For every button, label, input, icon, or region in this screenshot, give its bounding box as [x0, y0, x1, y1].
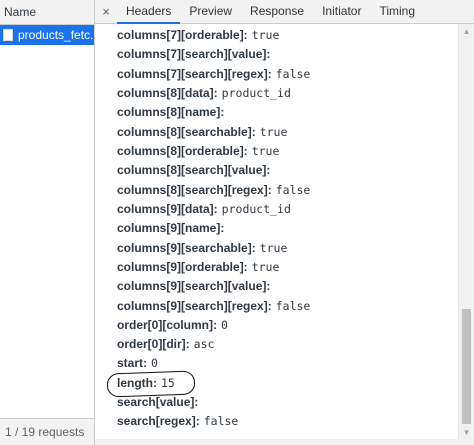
param-key: columns[9][orderable]: — [117, 260, 248, 274]
request-item-label: products_fetc... — [18, 28, 94, 42]
form-data-row: columns[9][search][value]: — [117, 278, 274, 294]
form-data-row: columns[9][orderable]: true — [117, 259, 279, 275]
request-list-panel: Name products_fetc... 1 / 19 requests — [0, 0, 95, 445]
param-value: false — [275, 67, 311, 81]
form-data-row: columns[8][orderable]: true — [117, 143, 279, 159]
param-value: 0 — [151, 356, 158, 370]
param-key: search[value]: — [117, 395, 199, 409]
param-key: columns[8][name]: — [117, 105, 225, 119]
request-details-panel: × Headers Preview Response Initiator Tim… — [95, 0, 474, 445]
scroll-up-arrow-icon[interactable]: ▲ — [459, 24, 474, 38]
param-key: columns[9][name]: — [117, 221, 225, 235]
param-value: true — [251, 144, 280, 158]
form-data-row: columns[7][orderable]: true — [117, 27, 279, 43]
param-value: 0 — [221, 318, 228, 332]
scrollbar-thumb[interactable] — [462, 309, 471, 424]
form-data-list: columns[7][orderable]: true columns[7][se… — [95, 24, 457, 439]
param-key: search[regex]: — [117, 414, 200, 428]
param-value: product_id — [221, 202, 291, 216]
param-key: columns[8][search][regex]: — [117, 183, 272, 197]
param-key: columns[7][search][regex]: — [117, 67, 272, 81]
form-data-row: columns[8][name]: — [117, 104, 228, 120]
param-value: true — [259, 241, 288, 255]
scroll-down-arrow-icon[interactable]: ▼ — [459, 425, 474, 439]
param-key: order[0][dir]: — [117, 337, 190, 351]
param-key: columns[8][searchable]: — [117, 125, 256, 139]
form-data-row: columns[8][searchable]: true — [117, 124, 287, 140]
form-data-row: columns[8][search][regex]: false — [117, 182, 310, 198]
form-data-row: order[0][column]: 0 — [117, 317, 228, 333]
hand-drawn-highlight-circle — [106, 370, 196, 398]
param-key: columns[9][search][regex]: — [117, 299, 272, 313]
param-value: false — [275, 299, 311, 313]
vertical-scrollbar[interactable]: ▲ ▼ — [458, 24, 474, 439]
param-key: columns[9][data]: — [117, 202, 218, 216]
form-data-row: columns[9][search][regex]: false — [117, 298, 310, 314]
tab-preview[interactable]: Preview — [180, 0, 241, 23]
param-key: columns[7][search][value]: — [117, 47, 271, 61]
form-data-row: columns[9][data]: product_id — [117, 201, 291, 217]
form-data-row: columns[9][searchable]: true — [117, 240, 287, 256]
tab-response[interactable]: Response — [241, 0, 313, 23]
param-key: order[0][column]: — [117, 318, 217, 332]
details-tab-bar: × Headers Preview Response Initiator Tim… — [95, 0, 474, 24]
param-value: true — [259, 125, 288, 139]
form-data-row: order[0][dir]: asc — [117, 336, 214, 352]
name-column-header[interactable]: Name — [0, 0, 94, 25]
form-data-row: columns[9][name]: — [117, 220, 228, 236]
form-data-row: search[regex]: false — [117, 413, 238, 429]
param-value: asc — [193, 337, 215, 351]
form-data-row: columns[8][search][value]: — [117, 162, 274, 178]
form-data-row: start: 0 — [117, 355, 158, 371]
param-value: true — [251, 28, 280, 42]
request-item-products-fetch[interactable]: products_fetc... — [0, 25, 94, 45]
param-key: start: — [117, 356, 148, 370]
param-value: true — [251, 260, 280, 274]
tab-initiator[interactable]: Initiator — [313, 0, 370, 23]
param-value: false — [275, 183, 311, 197]
document-icon — [3, 29, 13, 41]
param-value: product_id — [221, 86, 291, 100]
horizontal-scrollbar[interactable] — [95, 439, 474, 445]
param-key: columns[7][orderable]: — [117, 28, 248, 42]
form-data-row: columns[7][search][regex]: false — [117, 66, 310, 82]
form-data-row: columns[7][search][value]: — [117, 46, 274, 62]
param-key: columns[8][orderable]: — [117, 144, 248, 158]
param-key: columns[9][search][value]: — [117, 279, 271, 293]
requests-count-status: 1 / 19 requests — [0, 418, 94, 445]
close-icon[interactable]: × — [95, 0, 117, 23]
param-key: columns[8][data]: — [117, 86, 218, 100]
param-value: false — [203, 414, 239, 428]
param-key: columns[8][search][value]: — [117, 163, 271, 177]
tab-timing[interactable]: Timing — [370, 0, 424, 23]
param-key: columns[9][searchable]: — [117, 241, 256, 255]
form-data-row: columns[8][data]: product_id — [117, 85, 291, 101]
tab-headers[interactable]: Headers — [117, 0, 181, 24]
